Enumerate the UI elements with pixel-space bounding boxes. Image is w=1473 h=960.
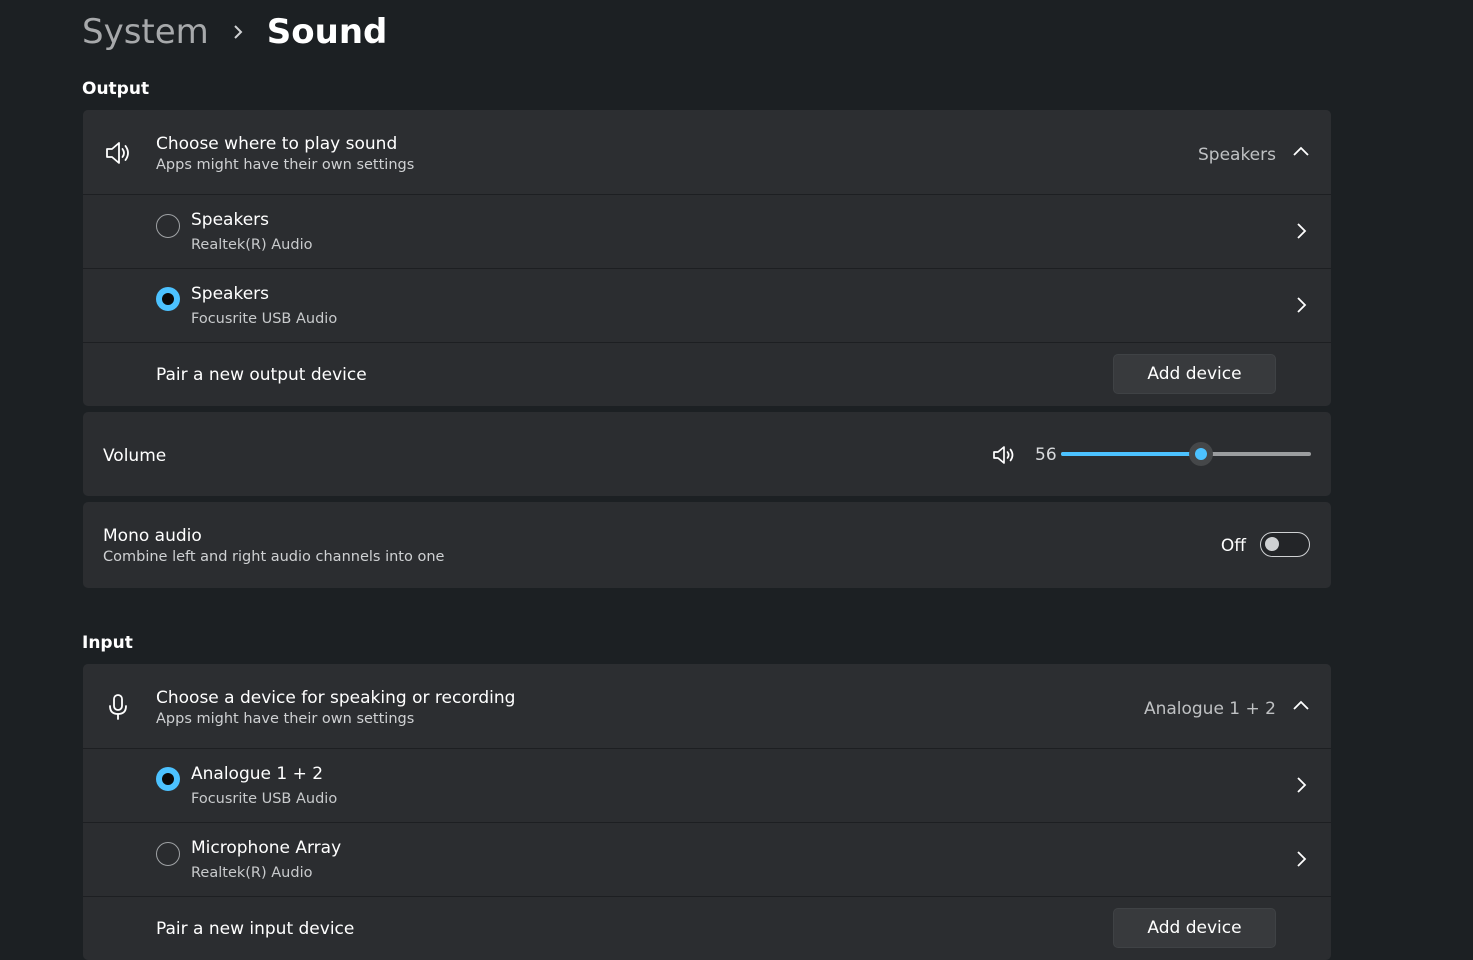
output-chooser-subtitle: Apps might have their own settings <box>156 157 415 173</box>
input-chooser-title: Choose a device for speaking or recordin… <box>156 688 516 708</box>
input-selected-value: Analogue 1 + 2 <box>1143 699 1276 719</box>
output-device-row[interactable]: Speakers Realtek(R) Audio <box>83 195 1331 268</box>
volume-slider-fill <box>1061 452 1201 456</box>
chevron-right-icon[interactable] <box>1291 295 1311 315</box>
input-device-sub: Realtek(R) Audio <box>191 865 313 881</box>
mono-audio-subtitle: Combine left and right audio channels in… <box>103 549 445 565</box>
input-device-name: Microphone Array <box>191 838 342 858</box>
output-device-row[interactable]: Speakers Focusrite USB Audio <box>83 269 1331 342</box>
breadcrumb-system-link[interactable]: System <box>82 12 209 52</box>
input-device-row[interactable]: Analogue 1 + 2 Focusrite USB Audio <box>83 749 1331 822</box>
output-device-name: Speakers <box>191 210 270 230</box>
microphone-icon <box>103 692 133 722</box>
pair-output-label: Pair a new output device <box>156 365 367 385</box>
output-device-radio[interactable] <box>156 287 180 311</box>
mono-audio-toggle[interactable] <box>1260 532 1310 557</box>
chevron-up-icon[interactable] <box>1291 696 1311 716</box>
output-device-sub: Focusrite USB Audio <box>191 311 338 327</box>
output-section-title: Output <box>82 79 150 99</box>
volume-value: 56 <box>1035 445 1057 465</box>
input-device-sub: Focusrite USB Audio <box>191 791 338 807</box>
output-chooser-title: Choose where to play sound <box>156 134 398 154</box>
input-chooser-header[interactable]: Choose a device for speaking or recordin… <box>83 664 1331 748</box>
output-device-radio[interactable] <box>156 214 180 238</box>
volume-card: Volume 56 <box>83 412 1331 496</box>
input-section-title: Input <box>82 633 133 653</box>
volume-label: Volume <box>103 446 167 466</box>
output-chooser-header[interactable]: Choose where to play sound Apps might ha… <box>83 110 1331 194</box>
speaker-icon <box>103 138 133 168</box>
speaker-icon[interactable] <box>991 442 1017 468</box>
input-device-row[interactable]: Microphone Array Realtek(R) Audio <box>83 823 1331 896</box>
input-device-radio[interactable] <box>156 767 180 791</box>
add-output-device-button[interactable]: Add device <box>1113 354 1276 394</box>
input-chooser-subtitle: Apps might have their own settings <box>156 711 415 727</box>
output-device-name: Speakers <box>191 284 270 304</box>
output-device-sub: Realtek(R) Audio <box>191 237 313 253</box>
input-device-name: Analogue 1 + 2 <box>191 764 324 784</box>
pair-output-row: Pair a new output device Add device <box>83 343 1331 406</box>
breadcrumb: System Sound <box>82 8 387 56</box>
output-device-card: Choose where to play sound Apps might ha… <box>83 110 1331 406</box>
volume-slider-thumb[interactable] <box>1189 442 1213 466</box>
input-device-card: Choose a device for speaking or recordin… <box>83 664 1331 960</box>
chevron-right-icon[interactable] <box>1291 849 1311 869</box>
chevron-right-icon <box>231 25 245 39</box>
pair-input-label: Pair a new input device <box>156 919 355 939</box>
mono-audio-card: Mono audio Combine left and right audio … <box>83 502 1331 588</box>
chevron-right-icon[interactable] <box>1291 221 1311 241</box>
add-input-device-button[interactable]: Add device <box>1113 908 1276 948</box>
chevron-up-icon[interactable] <box>1291 142 1311 162</box>
chevron-right-icon[interactable] <box>1291 775 1311 795</box>
page-title: Sound <box>266 12 388 52</box>
pair-input-row: Pair a new input device Add device <box>83 897 1331 960</box>
mono-audio-state: Off <box>1220 536 1246 556</box>
toggle-knob <box>1265 537 1279 551</box>
output-selected-value: Speakers <box>1197 145 1276 165</box>
input-device-radio[interactable] <box>156 842 180 866</box>
volume-slider[interactable] <box>1061 442 1311 466</box>
mono-audio-title: Mono audio <box>103 526 202 546</box>
